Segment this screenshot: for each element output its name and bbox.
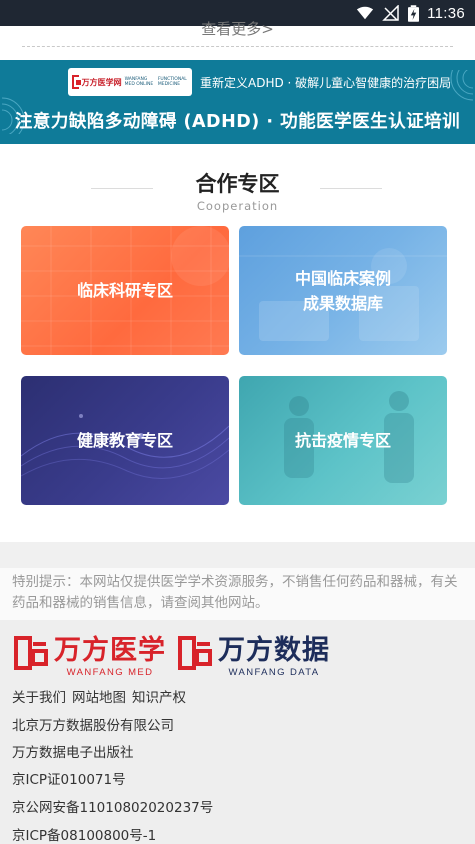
police-record: 京公网安备11010802020237号 [12,800,214,816]
footer-logos: 万方医学 WANFANG MED 万方数据 WANFANG DATA [14,636,330,678]
card-label-line: 成果数据库 [302,293,383,313]
wanfang-med-logo[interactable]: 万方医学 WANFANG MED [14,636,166,678]
card-health-education[interactable]: 健康教育专区 [21,376,229,505]
icp-record: 京ICP备08100800号-1 [12,828,157,844]
title-divider-right [320,188,382,189]
site-map-link[interactable]: 网站地图 [72,686,126,706]
card-label-line: 临床科研专区 [76,281,173,300]
dashed-divider [22,46,453,47]
wanfang-data-logo[interactable]: 万方数据 WANFANG DATA [178,636,330,678]
banner-logo-subtext: WANFANG MED ONLINE [124,77,154,87]
logo-cn-text: 万方数据 [218,635,330,666]
banner-logo-text: 万方医学网 [81,77,122,87]
special-notice: 特别提示：本网站仅提供医学学术资源服务，不销售任何药品和器械，有关药品和器械的销… [0,568,475,620]
view-more-area: 查看更多> [0,20,475,60]
section-title: 合作专区 [195,172,280,196]
section-gap [0,542,475,568]
wanfang-med-logo-icon [14,636,48,670]
card-label: 中国临床案例 成果数据库 [295,266,391,316]
card-label-line: 健康教育专区 [76,431,173,450]
card-clinical-research[interactable]: 临床科研专区 [21,226,229,355]
publisher-name: 万方数据电子出版社 [12,745,134,761]
banner-partner-text: FUNCTIONAL MEDICINE [157,77,187,87]
icp-license: 京ICP证010071号 [12,772,126,788]
logo-en-text: WANFANG MED [66,667,154,678]
card-label: 抗击疫情专区 [295,428,391,453]
wanfang-logo-icon [72,75,81,89]
cooperation-section: 合作专区 Cooperation 临床科研专区 中国临床案例 成果数据库 健康教… [0,144,475,542]
card-label: 临床科研专区 [77,278,173,303]
card-label: 健康教育专区 [77,428,173,453]
banner-partner-logos: 万方医学网 WANFANG MED ONLINE FUNCTIONAL MEDI… [68,68,192,96]
section-subtitle: Cooperation [196,199,279,213]
card-label-line: 中国临床案例 [294,268,391,288]
card-epidemic-fight[interactable]: 抗击疫情专区 [239,376,447,505]
logo-en-text: WANFANG DATA [228,667,320,678]
footer-links: 关于我们 网站地图 知识产权 [12,686,186,706]
banner-title: 注意力缺陷多动障碍 (ADHD) · 功能医学医生认证培训 [14,112,461,132]
footer: 万方医学 WANFANG MED 万方数据 WANFANG DATA 关于我们 … [0,620,475,844]
card-label-line: 抗击疫情专区 [294,431,391,450]
adhd-training-banner[interactable]: 万方医学网 WANFANG MED ONLINE FUNCTIONAL MEDI… [0,60,475,144]
company-name: 北京万方数据股份有限公司 [12,718,174,734]
logo-cn-text: 万方医学 [54,635,166,666]
view-more-link[interactable]: 查看更多> [0,18,475,39]
banner-tagline: 重新定义ADHD · 破解儿童心智健康的治疗困局 [200,76,452,90]
wanfang-data-logo-icon [178,636,212,670]
ip-link[interactable]: 知识产权 [132,686,186,706]
about-us-link[interactable]: 关于我们 [12,686,66,706]
card-clinical-case-database[interactable]: 中国临床案例 成果数据库 [239,226,447,355]
